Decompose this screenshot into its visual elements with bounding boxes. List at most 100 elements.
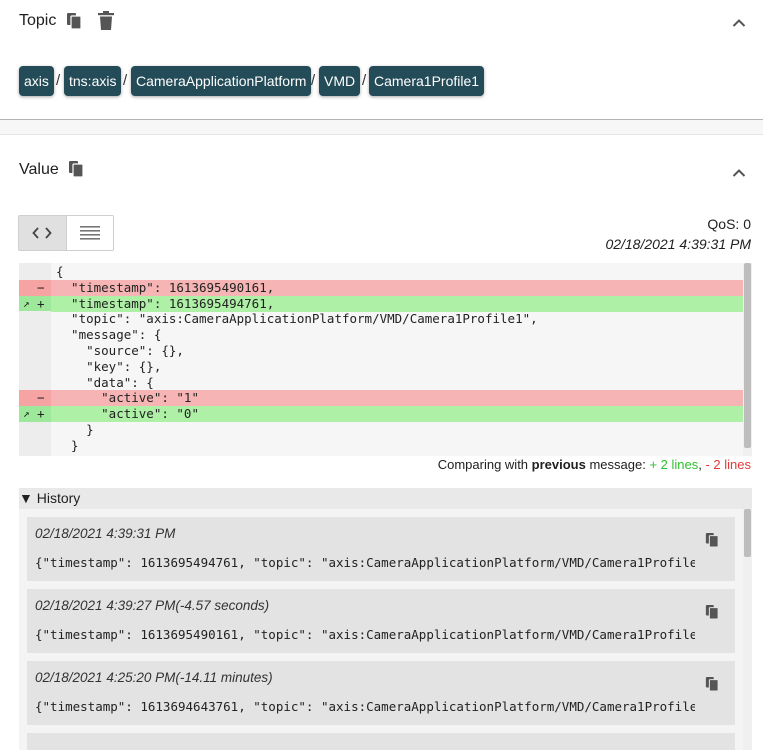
history-list: 02/18/2021 4:39:31 PM {"timestamp": 1613… bbox=[19, 509, 752, 750]
copy-icon bbox=[69, 161, 84, 178]
history-toggle[interactable]: ▼ History bbox=[19, 488, 752, 509]
code-brackets-icon bbox=[32, 227, 52, 239]
diff-add-marker: + bbox=[37, 406, 45, 422]
breadcrumb-separator: / bbox=[123, 72, 128, 89]
diff-line-gutter: − bbox=[19, 279, 51, 296]
diff-line-text: "source": {}, bbox=[56, 343, 184, 358]
diff-line-removed: − "active": "1" bbox=[19, 390, 743, 407]
topic-title: Topic bbox=[19, 12, 57, 29]
copy-history-button[interactable] bbox=[705, 604, 719, 625]
breadcrumb-chip[interactable]: CameraApplicationPlatform bbox=[131, 66, 312, 96]
copy-icon bbox=[705, 533, 719, 548]
history-item[interactable]: 02/18/2021 4:39:27 PM(-4.57 seconds) {"t… bbox=[27, 589, 735, 653]
diff-line-text: "key": {}, bbox=[56, 358, 162, 374]
value-title: Value bbox=[19, 161, 59, 178]
diff-line-gutter: ↗ + bbox=[19, 295, 51, 312]
history-scrollbar[interactable] bbox=[743, 509, 752, 750]
history-item[interactable]: 02/18/2021 4:39:31 PM {"timestamp": 1613… bbox=[27, 517, 735, 581]
breadcrumb-separator: / bbox=[56, 72, 61, 89]
copy-topic-button[interactable] bbox=[66, 12, 82, 35]
history-label: ▼ History bbox=[19, 490, 81, 506]
diff-line-gutter bbox=[19, 264, 51, 280]
diff-add-marker: + bbox=[37, 295, 45, 311]
history-time-delta: (-4.57 seconds) bbox=[175, 598, 270, 613]
history-payload: {"timestamp": 1613694643761, "topic": "a… bbox=[35, 699, 695, 714]
diff-line-gutter bbox=[19, 437, 51, 454]
raw-view-button[interactable] bbox=[67, 216, 114, 250]
delete-topic-button[interactable] bbox=[98, 11, 114, 35]
diff-line-text: "message": { bbox=[56, 327, 162, 343]
diff-line-gutter: − bbox=[19, 390, 51, 407]
copy-history-button[interactable] bbox=[705, 676, 719, 697]
removed-lines-count: - 2 lines bbox=[705, 457, 751, 472]
diff-line-gutter: ↗ + bbox=[19, 406, 51, 423]
diff-remove-marker: − bbox=[37, 279, 45, 295]
diff-line-removed: − "timestamp": 1613695490161, bbox=[19, 279, 743, 296]
chevron-up-icon bbox=[732, 19, 746, 27]
history-payload: {"timestamp": 1613695494761, "topic": "a… bbox=[35, 555, 695, 570]
copy-icon bbox=[67, 13, 82, 30]
diff-line: "message": { bbox=[19, 327, 743, 344]
diff-line-text: { bbox=[56, 264, 64, 279]
collapse-topic-button[interactable] bbox=[732, 15, 746, 33]
view-mode-toggle bbox=[18, 215, 114, 251]
breadcrumb-chip[interactable]: Camera1Profile1 bbox=[369, 66, 485, 96]
compare-summary: Comparing with previous message: + 2 lin… bbox=[438, 457, 751, 472]
diff-line-gutter bbox=[19, 422, 51, 438]
diff-line-gutter bbox=[19, 358, 51, 375]
history-item[interactable]: 02/18/2021 4:25:20 PM(-14.11 minutes) {"… bbox=[27, 661, 735, 725]
history-time: 02/18/2021 4:39:31 PM bbox=[35, 526, 175, 541]
trend-icon[interactable]: ↗ bbox=[23, 406, 30, 422]
history-time: 02/18/2021 4:39:27 PM(-4.57 seconds) bbox=[35, 598, 269, 613]
diff-line-text: "data": { bbox=[56, 374, 154, 390]
value-timestamp: 02/18/2021 4:39:31 PM bbox=[605, 236, 751, 252]
diff-line-text: "timestamp": 1613695494761, bbox=[56, 295, 275, 311]
history-item-partial[interactable] bbox=[27, 733, 735, 750]
diff-line-text: "timestamp": 1613695490161, bbox=[56, 279, 275, 295]
history-time-value: 02/18/2021 4:39:27 PM bbox=[35, 598, 176, 613]
diff-view-button[interactable] bbox=[19, 216, 67, 250]
history-time-value: 02/18/2021 4:25:20 PM bbox=[35, 670, 176, 685]
diff-line-gutter bbox=[19, 311, 51, 328]
diff-line-gutter bbox=[19, 343, 51, 359]
diff-viewer[interactable]: {− "timestamp": 1613695490161, ↗ + "timest… bbox=[19, 263, 752, 456]
compare-suffix: message: bbox=[585, 457, 650, 472]
breadcrumb-separator: / bbox=[362, 72, 367, 89]
diff-line-added: ↗ + "timestamp": 1613695494761, bbox=[19, 295, 743, 312]
diff-scrollbar[interactable] bbox=[743, 263, 752, 456]
breadcrumb-separator: / bbox=[311, 72, 316, 89]
diff-remove-marker: − bbox=[37, 390, 45, 406]
copy-icon bbox=[705, 677, 719, 692]
diff-line-text: "active": "0" bbox=[56, 406, 199, 422]
diff-line: { bbox=[19, 264, 743, 280]
diff-line: } bbox=[19, 437, 743, 454]
history-payload: {"timestamp": 1613695490161, "topic": "a… bbox=[35, 627, 695, 642]
breadcrumb-chip[interactable]: tns:axis bbox=[64, 66, 122, 96]
diff-line-text: } bbox=[56, 422, 94, 437]
diff-line: "topic": "axis:CameraApplicationPlatform… bbox=[19, 311, 743, 328]
diff-line: "key": {}, bbox=[19, 358, 743, 375]
added-lines-count: + 2 lines bbox=[649, 457, 699, 472]
breadcrumb-chip[interactable]: axis bbox=[19, 66, 54, 96]
diff-line-added: ↗ + "active": "0" bbox=[19, 406, 743, 423]
copy-value-button[interactable] bbox=[68, 160, 84, 183]
trash-icon bbox=[98, 11, 114, 30]
diff-line-text: "active": "1" bbox=[56, 390, 199, 406]
history-time-value: 02/18/2021 4:39:31 PM bbox=[35, 526, 176, 541]
diff-scrollbar-thumb[interactable] bbox=[744, 263, 751, 448]
chevron-up-icon bbox=[732, 169, 746, 177]
history-scrollbar-thumb[interactable] bbox=[744, 509, 751, 557]
history-time: 02/18/2021 4:25:20 PM(-14.11 minutes) bbox=[35, 670, 273, 685]
qos-label: QoS: 0 bbox=[707, 216, 751, 232]
copy-icon bbox=[705, 605, 719, 620]
lines-icon bbox=[79, 226, 100, 240]
breadcrumb-chip[interactable]: VMD bbox=[319, 66, 361, 96]
diff-line-text: "topic": "axis:CameraApplicationPlatform… bbox=[56, 311, 538, 327]
history-time-delta: (-14.11 minutes) bbox=[175, 670, 273, 685]
compare-target: previous bbox=[531, 457, 586, 472]
copy-history-button[interactable] bbox=[705, 532, 719, 553]
trend-icon[interactable]: ↗ bbox=[23, 296, 30, 312]
diff-line: } bbox=[19, 422, 743, 438]
section-gap bbox=[0, 120, 763, 135]
collapse-value-button[interactable] bbox=[732, 165, 746, 183]
